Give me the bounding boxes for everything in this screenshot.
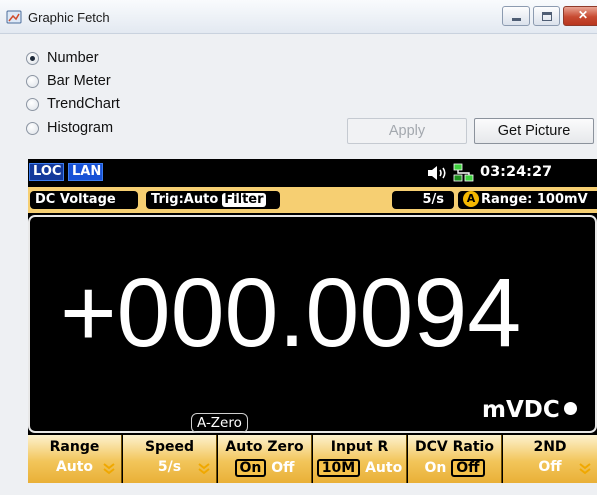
toggle-unselected: Off (271, 460, 295, 476)
chevron-down-icon (103, 463, 115, 475)
toggle-selected: Off (451, 459, 485, 477)
trigger-dot-icon (563, 402, 577, 415)
softkey-toggle: On Off (218, 459, 311, 477)
trigger-label: Trig:Auto (151, 192, 219, 207)
info-bar: DC Voltage Trig:Auto Filter 5/s A Range: 1… (28, 187, 597, 213)
radio-label: Number (47, 50, 99, 66)
unit-label: mVDC (482, 397, 577, 423)
softkey-range[interactable]: Range Auto (28, 435, 122, 483)
unit-text: mVDC (482, 397, 560, 423)
radio-button[interactable] (26, 121, 39, 135)
chevron-down-icon (579, 463, 591, 475)
status-bar: LOC LAN 03:24:27 (28, 159, 597, 187)
trigger-chip: Trig:Auto Filter (146, 191, 280, 209)
toggle-unselected: On (424, 460, 447, 476)
get-picture-button[interactable]: Get Picture (474, 118, 594, 144)
radio-button[interactable] (26, 51, 39, 65)
title-bar: Graphic Fetch ✕ (0, 0, 597, 34)
softkey-2nd[interactable]: 2ND Off (503, 435, 597, 483)
maximize-icon (542, 12, 552, 21)
softkey-title: 2ND (533, 439, 567, 455)
radio-trendchart[interactable]: TrendChart (26, 94, 120, 114)
close-icon: ✕ (577, 8, 589, 22)
softkey-title: Range (49, 439, 100, 455)
window-title: Graphic Fetch (28, 10, 110, 25)
lan-indicator: LAN (68, 163, 103, 181)
softkey-toggle: On Off (408, 459, 501, 477)
softkey-toggle: 10M Auto (313, 459, 406, 477)
softkey-auto-zero[interactable]: Auto Zero On Off (218, 435, 312, 483)
softkey-bar: Range Auto Speed 5/s Auto Zero On Off In… (28, 435, 597, 483)
azero-indicator: A-Zero (191, 413, 248, 433)
radio-bar-meter[interactable]: Bar Meter (26, 71, 111, 91)
range-label: Range: 100mV (481, 192, 588, 207)
maximize-button[interactable] (533, 6, 560, 26)
minimize-icon (512, 18, 521, 21)
softkey-title: Auto Zero (225, 439, 304, 455)
radio-histogram[interactable]: Histogram (26, 118, 113, 138)
auto-range-badge: A (463, 190, 479, 207)
apply-button[interactable]: Apply (347, 118, 467, 144)
toggle-selected: On (234, 459, 267, 477)
network-icon (453, 163, 474, 182)
radio-label: Bar Meter (47, 73, 111, 89)
main-display: +000.0094 A-Zero mVDC (28, 215, 597, 433)
softkey-title: Speed (144, 439, 195, 455)
close-button[interactable]: ✕ (563, 6, 597, 26)
rate-label: 5/s (392, 191, 454, 209)
toggle-unselected: Auto (365, 460, 403, 476)
softkey-title: Input R (330, 439, 389, 455)
clock: 03:24:27 (480, 164, 553, 180)
filter-badge: Filter (222, 192, 266, 207)
softkey-dcv-ratio[interactable]: DCV Ratio On Off (408, 435, 502, 483)
graphic-fetch-window: Graphic Fetch ✕ Number Bar Meter TrendCh… (0, 0, 597, 495)
radio-label: Histogram (47, 120, 114, 136)
radio-button[interactable] (26, 74, 39, 88)
range-chip: A Range: 100mV (458, 190, 597, 209)
radio-number[interactable]: Number (26, 48, 99, 68)
speaker-icon (428, 166, 446, 180)
minimize-button[interactable] (502, 6, 530, 26)
app-icon (6, 10, 22, 24)
function-label: DC Voltage (30, 191, 138, 209)
instrument-screen: LOC LAN 03:24:27 DC Voltage Trig:Auto Fil… (28, 159, 597, 483)
loc-indicator: LOC (29, 163, 64, 181)
chevron-down-icon (198, 463, 210, 475)
toggle-selected: 10M (316, 459, 361, 477)
radio-label: TrendChart (47, 96, 120, 112)
radio-button[interactable] (26, 97, 39, 111)
measurement-reading: +000.0094 (60, 258, 522, 367)
softkey-title: DCV Ratio (415, 439, 494, 455)
softkey-input-r[interactable]: Input R 10M Auto (313, 435, 407, 483)
softkey-speed[interactable]: Speed 5/s (123, 435, 217, 483)
